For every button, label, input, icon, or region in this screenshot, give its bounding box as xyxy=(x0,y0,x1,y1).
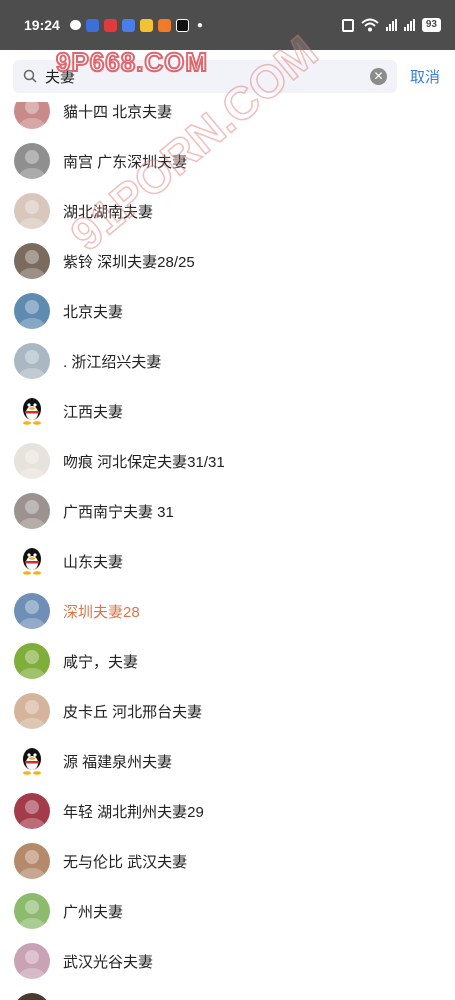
list-item[interactable]: 江西夫妻 xyxy=(0,386,455,436)
search-icon xyxy=(23,69,37,83)
list-item[interactable]: 深圳夫妻28 xyxy=(0,586,455,636)
contact-name: 咸宁，夫妻 xyxy=(63,653,139,671)
penguin-avatar-icon xyxy=(14,393,50,429)
app-icon-blue-2 xyxy=(121,18,135,32)
avatar xyxy=(14,443,50,479)
list-item[interactable]: 吻痕 河北保定夫妻31/31 xyxy=(0,436,455,486)
contact-name: 源 福建泉州夫妻 xyxy=(63,753,173,771)
contact-name: 武汉光谷夫妻 xyxy=(63,953,154,971)
list-item[interactable]: 咸宁，夫妻 xyxy=(0,636,455,686)
signal-icon xyxy=(385,19,397,31)
avatar xyxy=(14,993,50,1000)
contact-name: 广州夫妻 xyxy=(63,903,124,921)
contact-name: 紫铃 深圳夫妻28/25 xyxy=(63,253,195,271)
avatar xyxy=(14,493,50,529)
penguin-avatar-icon xyxy=(14,743,50,779)
system-icons: 93 xyxy=(341,18,441,32)
tiktok-icon xyxy=(175,18,189,32)
list-item[interactable]: 紫铃 深圳夫妻28/25 xyxy=(0,236,455,286)
avatar xyxy=(14,343,50,379)
contact-name: . 浙江绍兴夫妻 xyxy=(63,353,162,371)
list-item[interactable]: 北京夫妻 xyxy=(0,286,455,336)
list-item[interactable] xyxy=(0,986,455,1000)
contact-name: 年轻 湖北荆州夫妻29 xyxy=(63,803,204,821)
contact-name: 广西南宁夫妻 31 xyxy=(63,503,174,521)
avatar xyxy=(14,893,50,929)
contact-name: 江西夫妻 xyxy=(63,403,124,421)
cancel-button[interactable]: 取消 xyxy=(410,66,440,87)
battery-indicator: 93 xyxy=(421,18,441,32)
app-icon-orange xyxy=(157,18,171,32)
list-item[interactable]: 广州夫妻 xyxy=(0,886,455,936)
list-item[interactable]: 无与伦比 武汉夫妻 xyxy=(0,836,455,886)
avatar xyxy=(14,193,50,229)
watermark-logo: 9P668.COM xyxy=(55,46,209,78)
avatar xyxy=(14,293,50,329)
contact-name: 貓十四 北京夫妻 xyxy=(63,103,173,121)
signal-5g-icon xyxy=(403,19,415,31)
wechat-icon xyxy=(69,20,81,30)
app-icon-red xyxy=(103,18,117,32)
avatar xyxy=(14,943,50,979)
list-item[interactable]: 武汉光谷夫妻 xyxy=(0,936,455,986)
contact-name: 北京夫妻 xyxy=(63,303,124,321)
avatar xyxy=(14,793,50,829)
wifi-icon xyxy=(361,18,379,32)
list-item[interactable]: 皮卡丘 河北邢台夫妻 xyxy=(0,686,455,736)
app-icon-blue xyxy=(85,18,99,32)
list-item[interactable]: 山东夫妻 xyxy=(0,536,455,586)
avatar xyxy=(14,643,50,679)
status-time: 19:24 xyxy=(24,17,60,33)
list-item[interactable]: 南宫 广东深圳夫妻 xyxy=(0,136,455,186)
avatar xyxy=(14,143,50,179)
nfc-icon xyxy=(341,18,354,32)
avatar xyxy=(14,593,50,629)
search-results-list[interactable]: 貓十四 北京夫妻 南宫 广东深圳夫妻 湖北湖南夫妻紫铃 深圳夫妻28/25 北京夫妻.… xyxy=(0,102,455,1000)
avatar xyxy=(14,243,50,279)
list-item[interactable]: 广西南宁夫妻 31 xyxy=(0,486,455,536)
contact-name: 山东夫妻 xyxy=(63,553,124,571)
status-bar: 19:24 ● 93 xyxy=(0,0,455,50)
notification-icons: ● xyxy=(69,18,203,32)
contact-name: 南宫 广东深圳夫妻 xyxy=(63,153,188,171)
avatar xyxy=(14,843,50,879)
list-item[interactable]: 年轻 湖北荆州夫妻29 xyxy=(0,786,455,836)
list-item[interactable]: 湖北湖南夫妻 xyxy=(0,186,455,236)
avatar xyxy=(14,102,50,129)
more-notifications-icon: ● xyxy=(196,19,203,31)
list-item[interactable]: . 浙江绍兴夫妻 xyxy=(0,336,455,386)
contact-name: 深圳夫妻28 xyxy=(63,603,140,621)
clear-icon[interactable]: ✕ xyxy=(370,67,387,85)
contact-name: 吻痕 河北保定夫妻31/31 xyxy=(63,453,225,471)
list-item[interactable]: 源 福建泉州夫妻 xyxy=(0,736,455,786)
avatar xyxy=(14,693,50,729)
contact-name: 湖北湖南夫妻 xyxy=(63,203,154,221)
app-icon-yellow xyxy=(139,18,153,32)
penguin-avatar-icon xyxy=(14,543,50,579)
contact-name: 皮卡丘 河北邢台夫妻 xyxy=(63,703,203,721)
contact-name: 无与伦比 武汉夫妻 xyxy=(63,853,188,871)
list-item[interactable]: 貓十四 北京夫妻 xyxy=(0,102,455,136)
